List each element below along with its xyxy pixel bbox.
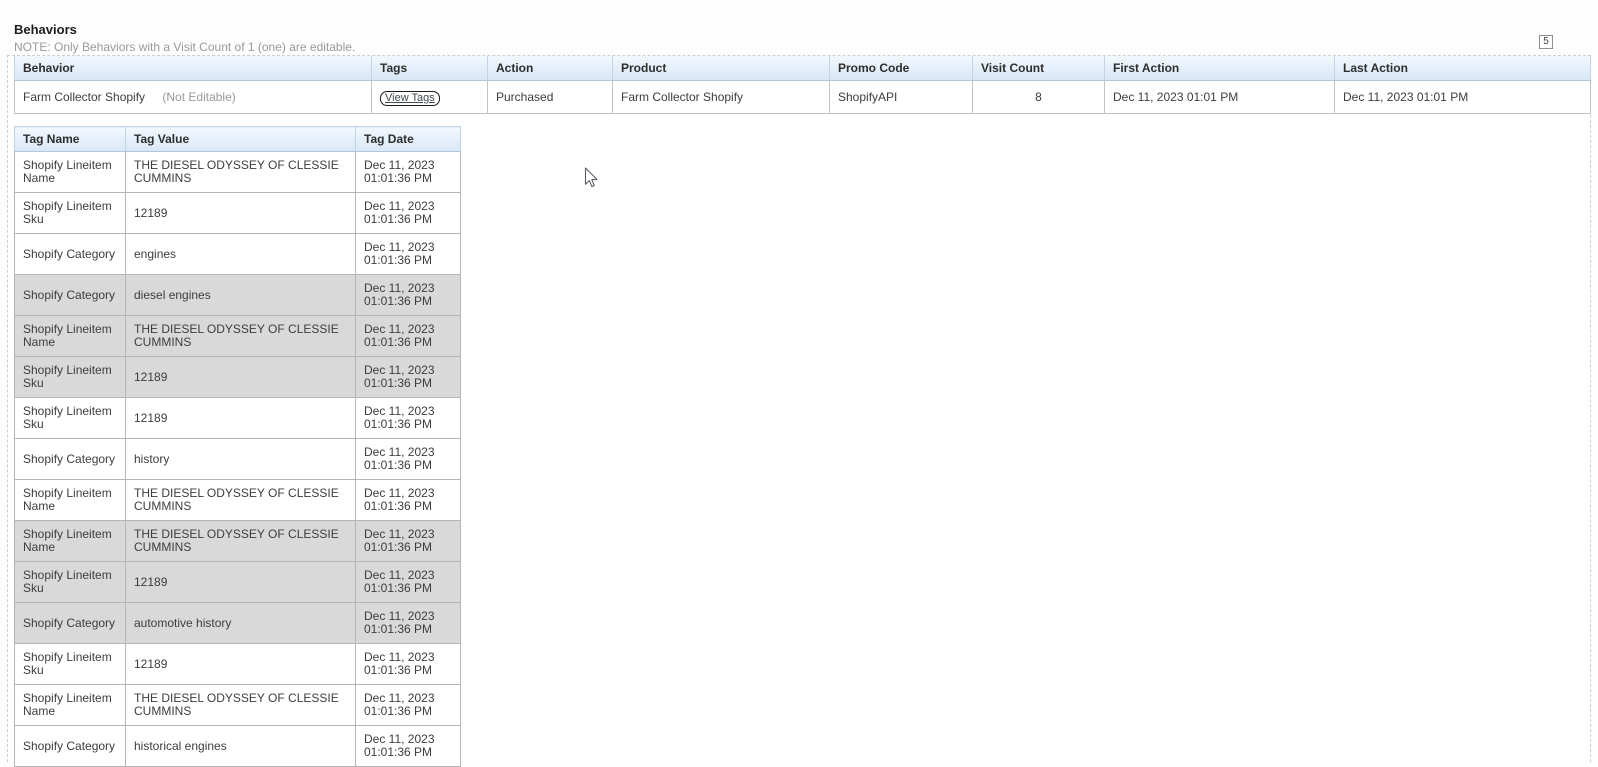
tag-date-cell: Dec 11, 2023 01:01:36 PM xyxy=(356,562,461,603)
column-header-first-action: First Action xyxy=(1105,56,1335,81)
tag-date-cell: Dec 11, 2023 01:01:36 PM xyxy=(356,193,461,234)
view-tags-link[interactable]: View Tags xyxy=(380,91,440,106)
tag-row: Shopify Lineitem Sku 12189 Dec 11, 2023 … xyxy=(15,398,461,439)
tag-name-cell: Shopify Category xyxy=(15,275,126,316)
tag-row: Shopify Category diesel engines Dec 11, … xyxy=(15,275,461,316)
tag-name-cell: Shopify Lineitem Name xyxy=(15,316,126,357)
column-header-last-action: Last Action xyxy=(1335,56,1591,81)
tag-value-cell: 12189 xyxy=(126,644,356,685)
first-action-cell: Dec 11, 2023 01:01 PM xyxy=(1105,81,1335,114)
tag-date-cell: Dec 11, 2023 01:01:36 PM xyxy=(356,603,461,644)
tag-row: Shopify Lineitem Name THE DIESEL ODYSSEY… xyxy=(15,521,461,562)
tag-value-cell: 12189 xyxy=(126,398,356,439)
tag-name-cell: Shopify Lineitem Sku xyxy=(15,357,126,398)
tag-row: Shopify Category engines Dec 11, 2023 01… xyxy=(15,234,461,275)
tag-date-cell: Dec 11, 2023 01:01:36 PM xyxy=(356,480,461,521)
tag-value-cell: THE DIESEL ODYSSEY OF CLESSIE CUMMINS xyxy=(126,685,356,726)
tag-date-cell: Dec 11, 2023 01:01:36 PM xyxy=(356,726,461,767)
tag-name-cell: Shopify Lineitem Sku xyxy=(15,193,126,234)
page-note: NOTE: Only Behaviors with a Visit Count … xyxy=(14,40,1598,54)
tag-date-cell: Dec 11, 2023 01:01:36 PM xyxy=(356,316,461,357)
tag-value-cell: engines xyxy=(126,234,356,275)
tag-row: Shopify Lineitem Sku 12189 Dec 11, 2023 … xyxy=(15,357,461,398)
tag-date-cell: Dec 11, 2023 01:01:36 PM xyxy=(356,152,461,193)
page-title: Behaviors xyxy=(14,22,1598,37)
product-cell: Farm Collector Shopify xyxy=(613,81,830,114)
tag-date-cell: Dec 11, 2023 01:01:36 PM xyxy=(356,439,461,480)
column-header-visit-count: Visit Count xyxy=(973,56,1105,81)
tag-name-cell: Shopify Lineitem Name xyxy=(15,480,126,521)
tags-header-row: Tag Name Tag Value Tag Date xyxy=(15,127,461,152)
tag-row: Shopify Lineitem Name THE DIESEL ODYSSEY… xyxy=(15,685,461,726)
tag-date-cell: Dec 11, 2023 01:01:36 PM xyxy=(356,644,461,685)
tag-value-cell: THE DIESEL ODYSSEY OF CLESSIE CUMMINS xyxy=(126,521,356,562)
tag-date-cell: Dec 11, 2023 01:01:36 PM xyxy=(356,357,461,398)
column-header-promo-code: Promo Code xyxy=(830,56,973,81)
behaviors-table: Behavior Tags Action Product Promo Code … xyxy=(14,56,1591,114)
tag-row: Shopify Lineitem Sku 12189 Dec 11, 2023 … xyxy=(15,193,461,234)
tag-value-cell: history xyxy=(126,439,356,480)
tag-value-cell: THE DIESEL ODYSSEY OF CLESSIE CUMMINS xyxy=(126,152,356,193)
tag-name-cell: Shopify Lineitem Sku xyxy=(15,562,126,603)
tag-value-cell: diesel engines xyxy=(126,275,356,316)
tag-value-cell: 12189 xyxy=(126,562,356,603)
tag-name-cell: Shopify Lineitem Sku xyxy=(15,644,126,685)
tag-date-cell: Dec 11, 2023 01:01:36 PM xyxy=(356,234,461,275)
tag-name-cell: Shopify Lineitem Sku xyxy=(15,398,126,439)
tag-value-cell: automotive history xyxy=(126,603,356,644)
page-header: Behaviors NOTE: Only Behaviors with a Vi… xyxy=(0,0,1598,54)
column-header-tag-name: Tag Name xyxy=(15,127,126,152)
column-header-tag-value: Tag Value xyxy=(126,127,356,152)
last-action-cell: Dec 11, 2023 01:01 PM xyxy=(1335,81,1591,114)
tag-date-cell: Dec 11, 2023 01:01:36 PM xyxy=(356,398,461,439)
tag-row: Shopify Lineitem Name THE DIESEL ODYSSEY… xyxy=(15,316,461,357)
tag-row: Shopify Lineitem Sku 12189 Dec 11, 2023 … xyxy=(15,562,461,603)
behaviors-page: { "page": { "title": "Behaviors", "note"… xyxy=(0,0,1598,760)
tag-value-cell: 12189 xyxy=(126,357,356,398)
tag-row: Shopify Category history Dec 11, 2023 01… xyxy=(15,439,461,480)
tag-name-cell: Shopify Category xyxy=(15,234,126,275)
tag-value-cell: 12189 xyxy=(126,193,356,234)
tag-value-cell: THE DIESEL ODYSSEY OF CLESSIE CUMMINS xyxy=(126,316,356,357)
visit-count-cell: 8 xyxy=(973,81,1105,114)
column-header-action: Action xyxy=(488,56,613,81)
tag-name-cell: Shopify Category xyxy=(15,726,126,767)
tag-name-cell: Shopify Lineitem Name xyxy=(15,521,126,562)
tag-name-cell: Shopify Category xyxy=(15,603,126,644)
tag-name-cell: Shopify Category xyxy=(15,439,126,480)
tag-name-cell: Shopify Lineitem Name xyxy=(15,152,126,193)
tag-row: Shopify Category historical engines Dec … xyxy=(15,726,461,767)
column-header-product: Product xyxy=(613,56,830,81)
tag-value-cell: historical engines xyxy=(126,726,356,767)
tag-name-cell: Shopify Lineitem Name xyxy=(15,685,126,726)
promo-code-cell: ShopifyAPI xyxy=(830,81,973,114)
column-header-tags: Tags xyxy=(372,56,488,81)
tag-table-body: Shopify Lineitem Name THE DIESEL ODYSSEY… xyxy=(15,152,461,767)
tags-table: Tag Name Tag Value Tag Date Shopify Line… xyxy=(14,126,461,767)
column-header-behavior: Behavior xyxy=(15,56,372,81)
column-header-tag-date: Tag Date xyxy=(356,127,461,152)
behavior-row: Farm Collector Shopify (Not Editable) Vi… xyxy=(15,81,1591,114)
tag-date-cell: Dec 11, 2023 01:01:36 PM xyxy=(356,275,461,316)
tag-row: Shopify Lineitem Name THE DIESEL ODYSSEY… xyxy=(15,152,461,193)
behavior-name: Farm Collector Shopify xyxy=(23,90,145,104)
tag-date-cell: Dec 11, 2023 01:01:36 PM xyxy=(356,521,461,562)
behaviors-panel: Behavior Tags Action Product Promo Code … xyxy=(7,55,1591,762)
tag-value-cell: THE DIESEL ODYSSEY OF CLESSIE CUMMINS xyxy=(126,480,356,521)
count-badge: 5 xyxy=(1539,35,1553,49)
action-cell: Purchased xyxy=(488,81,613,114)
tags-cell: View Tags xyxy=(372,81,488,114)
not-editable-label: (Not Editable) xyxy=(162,90,235,104)
behaviors-header-row: Behavior Tags Action Product Promo Code … xyxy=(15,56,1591,81)
tag-row: Shopify Lineitem Name THE DIESEL ODYSSEY… xyxy=(15,480,461,521)
tag-row: Shopify Lineitem Sku 12189 Dec 11, 2023 … xyxy=(15,644,461,685)
behavior-name-cell: Farm Collector Shopify (Not Editable) xyxy=(15,81,372,114)
tag-date-cell: Dec 11, 2023 01:01:36 PM xyxy=(356,685,461,726)
tag-row: Shopify Category automotive history Dec … xyxy=(15,603,461,644)
